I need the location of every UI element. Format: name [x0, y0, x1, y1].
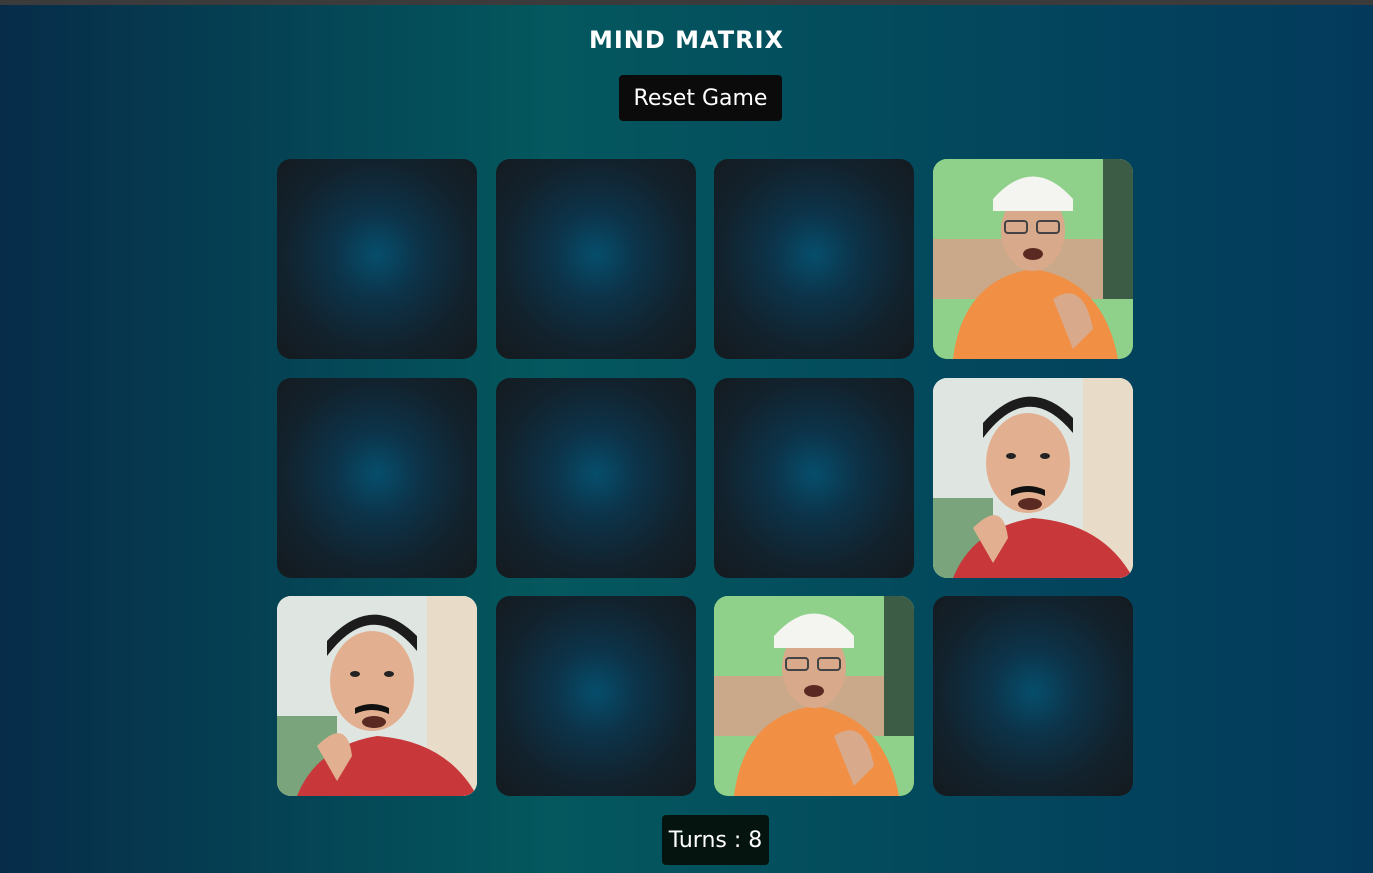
card-hidden[interactable]	[714, 159, 914, 359]
card-hidden[interactable]	[933, 596, 1133, 796]
card-hidden[interactable]	[714, 378, 914, 578]
card-hidden[interactable]	[496, 378, 696, 578]
turns-counter: Turns : 8	[662, 815, 769, 865]
card-revealed-old-man[interactable]	[714, 596, 914, 796]
card-hidden[interactable]	[277, 378, 477, 578]
card-revealed-mustache-man[interactable]	[933, 378, 1133, 578]
window-top-bar	[0, 0, 1373, 5]
card-revealed-old-man[interactable]	[933, 159, 1133, 359]
man-pointing-mustache-image	[277, 596, 477, 796]
card-hidden[interactable]	[277, 159, 477, 359]
old-man-white-cap-image	[714, 596, 914, 796]
reset-game-button[interactable]: Reset Game	[619, 75, 782, 121]
game-title: MIND MATRIX	[588, 26, 785, 54]
card-revealed-mustache-man[interactable]	[277, 596, 477, 796]
card-hidden[interactable]	[496, 596, 696, 796]
man-pointing-mustache-image	[933, 378, 1133, 578]
card-hidden[interactable]	[496, 159, 696, 359]
old-man-white-cap-image	[933, 159, 1133, 359]
